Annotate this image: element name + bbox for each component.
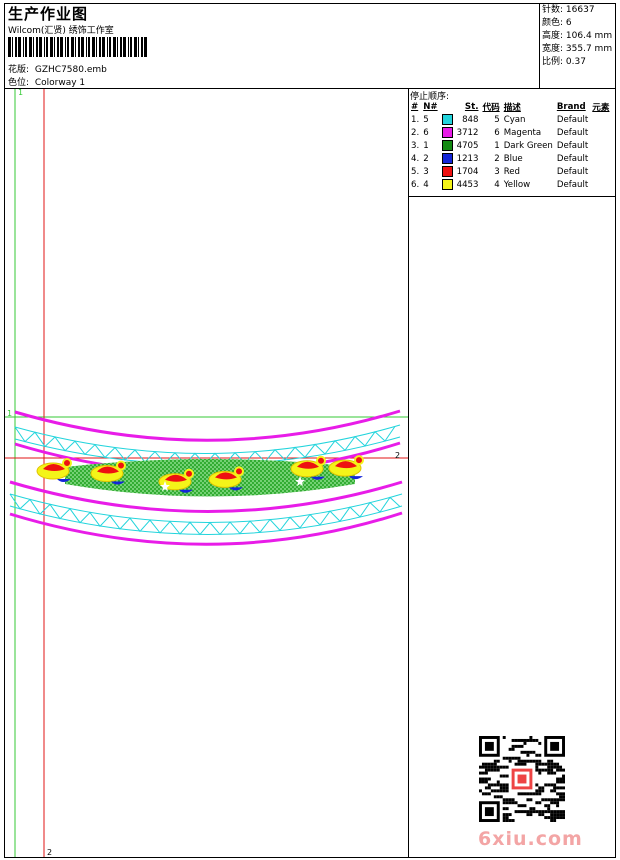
cell-needle: 1 <box>423 140 429 151</box>
col-stitches: St. <box>464 102 479 112</box>
cell-swatch <box>440 139 455 152</box>
cell-element <box>590 139 611 152</box>
stat-colors: 颜色: 6 <box>542 18 572 28</box>
cell-description: Blue <box>503 153 523 164</box>
cell-index: 6. <box>411 179 420 190</box>
cell-description: Red <box>503 166 521 177</box>
guide-label-red-right: 2 <box>395 451 400 460</box>
cell-description: Cyan <box>503 114 526 125</box>
col-description: 描述 <box>503 103 521 113</box>
cell-stitches: 4705 <box>456 140 479 151</box>
stats-divider <box>539 3 540 89</box>
cell-code: 3 <box>494 166 500 177</box>
cell-code: 6 <box>494 127 500 138</box>
col-index: # <box>411 102 419 112</box>
qr-code <box>479 736 565 822</box>
design-label: 花版: <box>8 65 30 75</box>
cell-needle: 6 <box>423 127 429 138</box>
cell-element <box>590 113 611 126</box>
table-header-row: # N# St. 代码 描述 Brand 元素 <box>409 101 611 113</box>
color-swatch <box>441 127 453 138</box>
cell-code: 1 <box>494 140 500 151</box>
cell-swatch <box>440 152 455 165</box>
cell-swatch <box>440 113 455 126</box>
col-code: 代码 <box>482 103 500 113</box>
cell-element <box>590 126 611 139</box>
cell-stitches: 4453 <box>456 179 479 190</box>
color-swatch <box>441 179 453 190</box>
cell-needle: 2 <box>423 153 429 164</box>
cell-brand: Default <box>556 114 589 125</box>
stat-scale: 比例: 0.37 <box>542 57 586 67</box>
cell-index: 5. <box>411 166 420 177</box>
cell-brand: Default <box>556 127 589 138</box>
cell-stitches: 848 <box>462 114 479 125</box>
cell-brand: Default <box>556 153 589 164</box>
col-swatch <box>440 101 455 113</box>
cell-code: 2 <box>494 153 500 164</box>
col-brand: Brand <box>556 102 586 112</box>
cell-needle: 3 <box>423 166 429 177</box>
cell-element <box>590 152 611 165</box>
cell-index: 3. <box>411 140 420 151</box>
color-swatch <box>441 140 453 151</box>
company-name: Wilcom(汇贤) 绣饰工作室 <box>8 26 114 36</box>
stat-height: 高度: 106.4 mm <box>542 31 613 41</box>
col-element: 元素 <box>592 103 610 113</box>
design-file-row: 花版: GZHC7580.emb <box>8 62 107 75</box>
cell-description: Dark Green <box>503 140 553 151</box>
design-stats: 针数: 16637 颜色: 6 高度: 106.4 mm 宽度: 355.7 m… <box>542 4 612 69</box>
cell-index: 1. <box>411 114 420 125</box>
guide-label-green-top: 1 <box>18 89 23 97</box>
cell-stitches: 1704 <box>456 166 479 177</box>
cell-brand: Default <box>556 179 589 190</box>
cell-element <box>590 165 611 178</box>
colorway-row: 色位: Colorway 1 <box>8 75 85 88</box>
cell-stitches: 3712 <box>456 127 479 138</box>
cell-description: Magenta <box>503 127 542 138</box>
cell-brand: Default <box>556 140 589 151</box>
panel-divider <box>408 88 409 858</box>
guide-label-green-left: 1 <box>7 409 12 418</box>
cell-swatch <box>440 178 455 191</box>
cell-code: 5 <box>494 114 500 125</box>
cell-needle: 5 <box>423 114 429 125</box>
color-swatch <box>441 153 453 164</box>
watermark-logo: 6xiu.com <box>478 828 583 850</box>
stat-width: 宽度: 355.7 mm <box>542 44 613 54</box>
colorway-name: Colorway 1 <box>34 78 86 88</box>
table-row: 5. 3 1704 3 Red Default <box>409 165 611 178</box>
cell-index: 2. <box>411 127 420 138</box>
color-sequence-table: # N# St. 代码 描述 Brand 元素 1. 5 848 5 Cyan Defau… <box>409 101 611 191</box>
table-row: 3. 1 4705 1 Dark Green Default <box>409 139 611 152</box>
colorway-label: 色位: <box>8 78 30 88</box>
cell-description: Yellow <box>503 179 531 190</box>
design-file-name: GZHC7580.emb <box>34 65 107 75</box>
table-row: 1. 5 848 5 Cyan Default <box>409 113 611 126</box>
cell-brand: Default <box>556 166 589 177</box>
table-row: 6. 4 4453 4 Yellow Default <box>409 178 611 191</box>
guide-label-red-bottom: 2 <box>47 848 52 857</box>
cell-stitches: 1213 <box>456 153 479 164</box>
cell-index: 4. <box>411 153 420 164</box>
col-needle: N# <box>423 102 438 112</box>
panel-section-divider <box>408 196 616 197</box>
page-title: 生产作业图 <box>8 5 89 23</box>
cell-element <box>590 178 611 191</box>
cell-swatch <box>440 126 455 139</box>
table-row: 4. 2 1213 2 Blue Default <box>409 152 611 165</box>
color-swatch <box>441 114 453 125</box>
table-row: 2. 6 3712 6 Magenta Default <box>409 126 611 139</box>
design-preview: 1 1 2 2 <box>5 89 408 857</box>
cell-swatch <box>440 165 455 178</box>
barcode <box>8 37 147 57</box>
cell-code: 4 <box>494 179 500 190</box>
color-swatch <box>441 166 453 177</box>
stat-stitches: 针数: 16637 <box>542 5 595 15</box>
cell-needle: 4 <box>423 179 429 190</box>
